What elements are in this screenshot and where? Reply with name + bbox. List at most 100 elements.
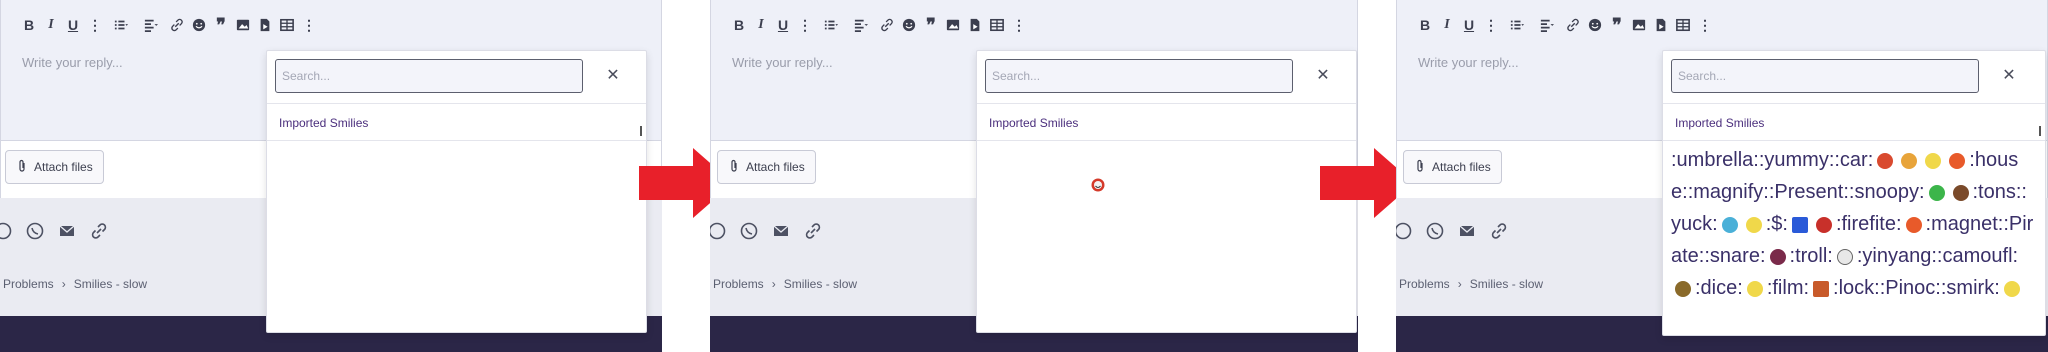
scrollbar-thumb[interactable] [2039,126,2041,136]
quote-icon[interactable]: ❞ [1606,12,1628,38]
more-insert-icon[interactable]: ⋮ [1694,12,1716,38]
category-label[interactable]: Imported Smilies [989,116,1078,130]
more-insert-icon[interactable]: ⋮ [1008,12,1030,38]
link-icon[interactable] [876,12,898,38]
underline-button[interactable]: U [1458,12,1480,38]
image-icon[interactable] [942,12,964,38]
align-icon[interactable] [136,12,166,38]
table-icon[interactable] [276,12,298,38]
smiley-image-icon[interactable] [1675,280,1691,297]
smiley-image-icon[interactable] [1901,152,1918,169]
image-icon[interactable] [1628,12,1650,38]
share-link-icon[interactable] [88,220,110,242]
list-icon[interactable] [816,12,846,38]
list-icon[interactable] [1502,12,1532,38]
smiley-code[interactable]: :magnet: [1926,213,2004,235]
smiley-code[interactable]: :car: [1834,149,1873,171]
attach-files-button[interactable]: Attach files [717,150,816,184]
smiley-code[interactable]: :Pinoc: [1880,277,1941,299]
italic-button[interactable]: I [750,12,772,38]
smiley-code[interactable]: :magnify: [1688,181,1769,203]
smiley-code[interactable]: :troll: [1790,245,1833,267]
media-icon[interactable] [1650,12,1672,38]
breadcrumb-item[interactable]: Smilies - slow [784,277,857,291]
image-icon[interactable] [232,12,254,38]
more-insert-icon[interactable]: ⋮ [298,12,320,38]
smiley-image-icon[interactable] [1721,216,1738,233]
smiley-code[interactable]: :film: [1767,277,1809,299]
category-label[interactable]: Imported Smilies [279,116,368,130]
more-options-icon[interactable]: ⋮ [794,12,816,38]
breadcrumb-item[interactable]: Problems [713,277,764,291]
smiley-image-icon[interactable] [1746,280,1763,297]
attach-files-button[interactable]: Attach files [5,150,104,184]
smiley-code[interactable]: :$: [1766,213,1788,235]
email-icon[interactable] [770,220,792,242]
bold-button[interactable]: B [728,12,750,38]
smiley-image-icon[interactable] [1813,280,1830,297]
bold-button[interactable]: B [18,12,40,38]
smiley-code[interactable]: :yummy: [1759,149,1835,171]
smiley-image-icon[interactable] [1949,152,1966,169]
pinterest-icon[interactable] [1396,220,1414,242]
attach-files-button[interactable]: Attach files [1403,150,1502,184]
pinterest-icon[interactable] [0,220,14,242]
more-options-icon[interactable]: ⋮ [84,12,106,38]
media-icon[interactable] [964,12,986,38]
smiley-code[interactable]: :firefite: [1836,213,1902,235]
smiley-code[interactable]: :camoufl: [1937,245,2018,267]
quote-icon[interactable]: ❞ [210,12,232,38]
smiley-code[interactable]: :umbrella: [1671,149,1759,171]
italic-button[interactable]: I [40,12,62,38]
italic-button[interactable]: I [1436,12,1458,38]
smiley-code[interactable]: :snare: [1704,245,1765,267]
whatsapp-icon[interactable] [24,220,46,242]
smilies-search-input[interactable]: Search... [985,59,1293,93]
category-label[interactable]: Imported Smilies [1675,116,1764,130]
whatsapp-icon[interactable] [1424,220,1446,242]
smiley-image-icon[interactable] [1769,248,1786,265]
smiley-image-icon[interactable] [1905,216,1922,233]
smiley-image-icon[interactable] [1925,152,1942,169]
close-icon[interactable]: ✕ [1313,65,1333,85]
link-icon[interactable] [166,12,188,38]
link-icon[interactable] [1562,12,1584,38]
smiley-code[interactable]: :lock: [1833,277,1880,299]
share-link-icon[interactable] [802,220,824,242]
smiley-icon[interactable] [898,12,920,38]
email-icon[interactable] [1456,220,1478,242]
align-icon[interactable] [846,12,876,38]
close-icon[interactable]: ✕ [603,65,623,85]
pinterest-icon[interactable] [710,220,728,242]
smiley-image-icon[interactable] [1928,184,1945,201]
breadcrumb-item[interactable]: Smilies - slow [1470,277,1543,291]
smiley-code[interactable]: :dice: [1695,277,1743,299]
email-icon[interactable] [56,220,78,242]
share-link-icon[interactable] [1488,220,1510,242]
smiley-code[interactable]: :smirk: [1941,277,2000,299]
breadcrumb-item[interactable]: Smilies - slow [74,277,147,291]
quote-icon[interactable]: ❞ [920,12,942,38]
table-icon[interactable] [1672,12,1694,38]
bold-button[interactable]: B [1414,12,1436,38]
scrollbar-thumb[interactable] [640,126,642,136]
list-icon[interactable] [106,12,136,38]
smiley-code[interactable]: :tons: [1973,181,2022,203]
smiley-image-icon[interactable] [1791,216,1808,233]
underline-button[interactable]: U [772,12,794,38]
smiley-image-icon[interactable] [1745,216,1762,233]
table-icon[interactable] [986,12,1008,38]
align-icon[interactable] [1532,12,1562,38]
smiley-image-icon[interactable] [1836,248,1853,265]
more-options-icon[interactable]: ⋮ [1480,12,1502,38]
smilies-search-input[interactable]: Search... [275,59,583,93]
smiley-code[interactable]: :snoopy: [1849,181,1925,203]
smiley-icon[interactable] [1584,12,1606,38]
underline-button[interactable]: U [62,12,84,38]
smiley-image-icon[interactable] [1877,152,1894,169]
breadcrumb-item[interactable]: Problems [1399,277,1450,291]
whatsapp-icon[interactable] [738,220,760,242]
smiley-code[interactable]: :Present: [1769,181,1849,203]
smiley-image-icon[interactable] [1815,216,1832,233]
smilies-search-input[interactable]: Search... [1671,59,1979,93]
